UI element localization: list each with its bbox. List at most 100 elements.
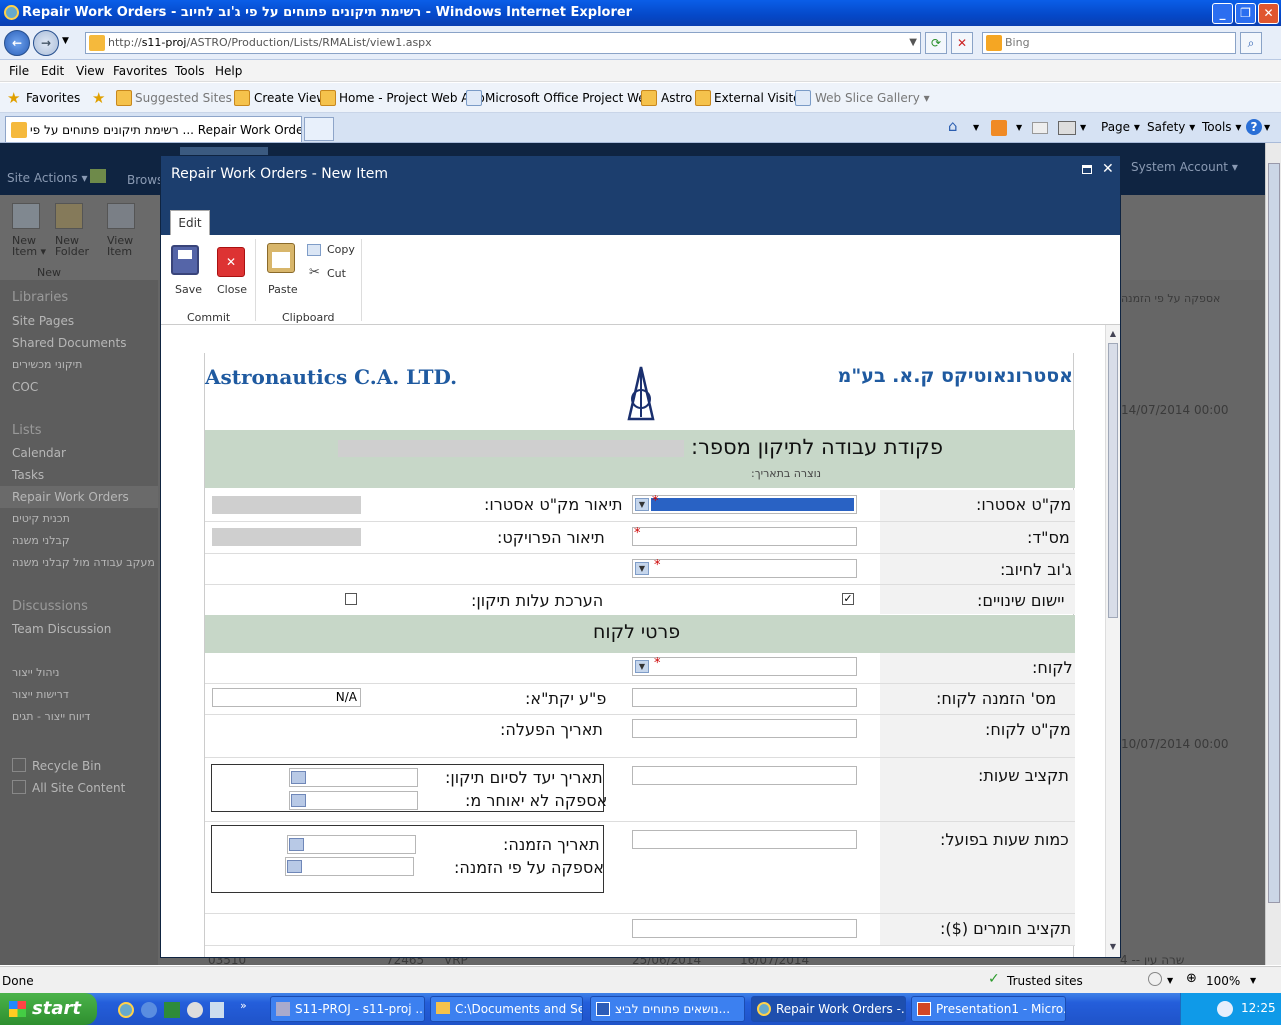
astro-pn-dropdown-icon[interactable]: ▼	[635, 498, 649, 511]
apply-changes-checkbox[interactable]: ✓	[842, 593, 854, 605]
nav-production-report[interactable]: דיווח ייצור - תגים	[12, 710, 90, 723]
refresh-icon[interactable]: ⟳	[925, 32, 947, 54]
nav-subcontractors[interactable]: קבלני משנה	[12, 534, 70, 547]
astro-pn-select[interactable]	[632, 495, 857, 514]
nav-repair-work-orders[interactable]: Repair Work Orders	[12, 490, 129, 504]
delivery-by-input[interactable]	[289, 791, 418, 810]
cut-button[interactable]: Cut	[327, 267, 346, 280]
nav-recycle-bin[interactable]: Recycle Bin	[32, 759, 101, 773]
rss-feed-icon[interactable]	[991, 120, 1007, 136]
browse-tab[interactable]: Brows	[127, 173, 163, 187]
scroll-up-icon[interactable]: ▲	[1108, 328, 1118, 340]
fav-external-visitor[interactable]: External Visitor	[714, 91, 805, 105]
tools-menu[interactable]: Tools ▾	[1202, 120, 1241, 134]
taskbar-item-powerpoint[interactable]: Presentation1 - Micro...	[911, 996, 1066, 1022]
fav-suggested-sites[interactable]: Suggested Sites ▾	[135, 91, 242, 105]
quicklaunch-doc-icon[interactable]	[210, 1002, 224, 1018]
zoom-dropdown-icon[interactable]: ▼	[1250, 976, 1256, 985]
nav-device-repairs[interactable]: תיקוני מכשירים	[12, 358, 82, 371]
nav-coc[interactable]: COC	[12, 380, 38, 394]
mail-icon[interactable]	[1032, 122, 1048, 134]
back-button[interactable]: ←	[4, 30, 30, 56]
menu-edit[interactable]: Edit	[41, 64, 64, 78]
calendar-icon[interactable]	[291, 771, 306, 784]
quicklaunch-excel-icon[interactable]	[164, 1002, 180, 1018]
new-item-button[interactable]: New Item ▾	[12, 235, 48, 257]
quicklaunch-ie-icon[interactable]	[118, 1002, 134, 1018]
dialog-scrollbar[interactable]: ▲ ▼	[1105, 325, 1120, 957]
restore-button[interactable]: ❐	[1235, 3, 1256, 24]
view-item-button[interactable]: View Item	[107, 235, 143, 257]
nav-tasks[interactable]: Tasks	[12, 468, 44, 482]
customer-select[interactable]	[632, 657, 857, 676]
browser-tab-active[interactable]: רשימת תיקונים פתוחים על פי ... Repair Wo…	[5, 116, 302, 142]
nav-production-management[interactable]: ניהול ייצור	[12, 666, 59, 679]
navigate-up-icon[interactable]	[90, 169, 106, 183]
taskbar-item-explorer[interactable]: C:\Documents and Se...	[430, 996, 583, 1022]
page-scrollbar-thumb[interactable]	[1268, 163, 1280, 903]
calendar-icon[interactable]	[291, 794, 306, 807]
actual-hours-input[interactable]	[632, 830, 857, 849]
fav-microsoft-office-project[interactable]: Microsoft Office Project We...	[485, 91, 657, 105]
fav-web-slice-gallery[interactable]: Web Slice Gallery ▾	[815, 91, 930, 105]
hours-budget-input[interactable]	[632, 766, 857, 785]
cost-estimate-checkbox[interactable]	[345, 593, 357, 605]
taskbar-item-s11proj[interactable]: S11-PROJ - s11-proj ...	[270, 996, 425, 1022]
home-dropdown-icon[interactable]: ▼	[973, 123, 979, 132]
taskbar-item-word[interactable]: נושאים פתוחים לביצ...	[590, 996, 745, 1022]
close-button[interactable]: Close	[217, 283, 247, 296]
quicklaunch-browser-icon[interactable]	[141, 1002, 157, 1018]
page-scrollbar[interactable]	[1265, 143, 1281, 965]
save-button[interactable]: Save	[175, 283, 202, 296]
nav-all-site-content[interactable]: All Site Content	[32, 781, 125, 795]
quicklaunch-more-icon[interactable]: »	[240, 999, 247, 1012]
job-select[interactable]	[632, 559, 857, 578]
new-folder-button[interactable]: New Folder	[55, 235, 91, 257]
feeds-dropdown-icon[interactable]: ▼	[1016, 123, 1022, 132]
nav-subcontractor-tracking[interactable]: מעקב עבודה מול קבלני משנה	[12, 556, 155, 569]
search-input[interactable]: Bing	[982, 32, 1236, 54]
order-date-input[interactable]	[287, 835, 416, 854]
fav-astro[interactable]: Astro	[661, 91, 692, 105]
zoom-level[interactable]: 100%	[1206, 974, 1240, 988]
nav-kit-plan[interactable]: תכנית קיטים	[12, 512, 70, 525]
taskbar-item-repair-work-orders[interactable]: Repair Work Orders -...	[751, 996, 906, 1022]
help-dropdown-icon[interactable]: ▼	[1264, 123, 1270, 132]
start-button[interactable]: start	[0, 993, 97, 1025]
security-zone[interactable]: Trusted sites	[1007, 974, 1083, 988]
calendar-icon[interactable]	[289, 838, 304, 851]
delivery-order-input[interactable]	[285, 857, 414, 876]
calendar-icon[interactable]	[287, 860, 302, 873]
paste-button[interactable]: Paste	[268, 283, 298, 296]
copy-button[interactable]: Copy	[327, 243, 355, 256]
home-icon[interactable]: ⌂	[948, 117, 958, 135]
nav-heading-lists[interactable]: Lists	[12, 423, 42, 438]
dialog-scrollbar-thumb[interactable]	[1108, 343, 1118, 618]
search-icon[interactable]: ⌕	[1240, 32, 1262, 54]
nav-site-pages[interactable]: Site Pages	[12, 314, 74, 328]
forward-button[interactable]: →	[33, 30, 59, 56]
job-dropdown-icon[interactable]: ▼	[635, 562, 649, 575]
favorites-button[interactable]: Favorites	[26, 91, 80, 105]
qa-input[interactable]: N/A	[212, 688, 361, 707]
tab-edit[interactable]: Edit	[170, 210, 210, 235]
site-actions-menu[interactable]: Site Actions ▾	[7, 171, 88, 185]
protected-mode-dropdown-icon[interactable]: ▼	[1167, 976, 1173, 985]
address-dropdown-icon[interactable]: ▼	[909, 33, 917, 53]
page-menu[interactable]: Page ▾	[1101, 120, 1140, 134]
customer-order-input[interactable]	[632, 688, 857, 707]
target-date-input[interactable]	[289, 768, 418, 787]
menu-view[interactable]: View	[76, 64, 104, 78]
materials-budget-input[interactable]	[632, 919, 857, 938]
window-close-button[interactable]: ✕	[1258, 3, 1279, 24]
customer-pn-input[interactable]	[632, 719, 857, 738]
nav-team-discussion[interactable]: Team Discussion	[12, 622, 111, 636]
nav-heading-libraries[interactable]: Libraries	[12, 290, 68, 305]
print-icon[interactable]	[1058, 121, 1076, 135]
nav-heading-discussions[interactable]: Discussions	[12, 599, 88, 614]
clock[interactable]: 12:25	[1241, 1001, 1276, 1015]
add-favorite-icon[interactable]: ★	[92, 89, 105, 107]
close-dialog-icon[interactable]: ✕	[1102, 161, 1114, 177]
serial-input[interactable]	[632, 527, 857, 546]
scroll-down-icon[interactable]: ▼	[1108, 941, 1118, 953]
